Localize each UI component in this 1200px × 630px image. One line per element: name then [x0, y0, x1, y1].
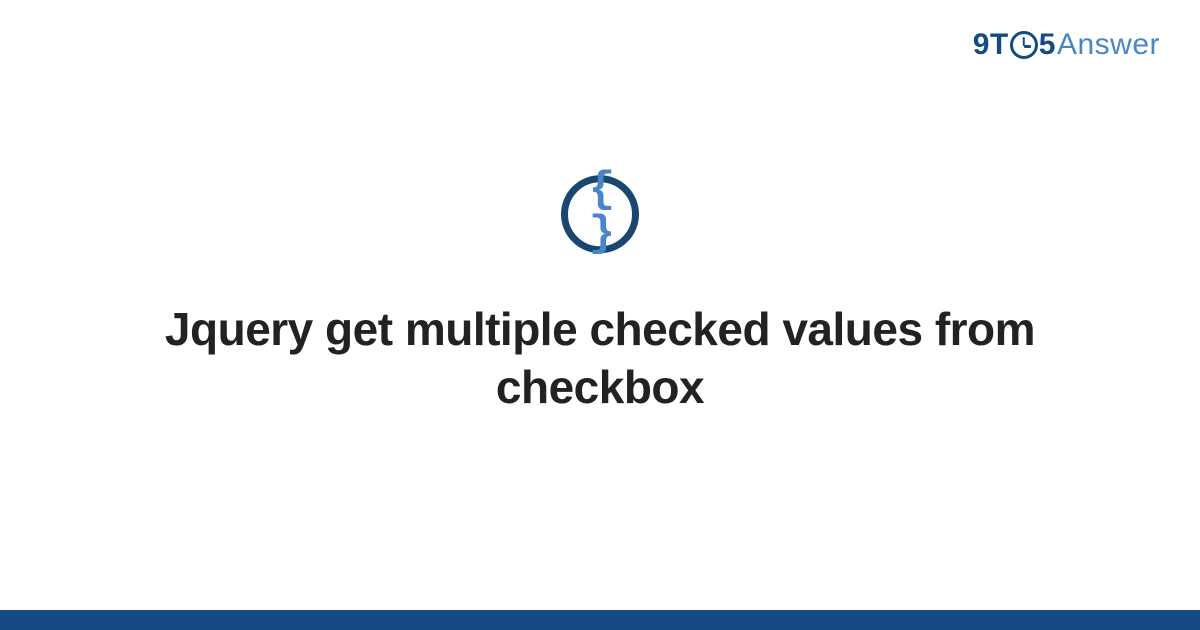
topic-icon-circle: { } [561, 175, 639, 253]
brand-part-answer: Answer [1057, 28, 1160, 62]
page-title: Jquery get multiple checked values from … [150, 301, 1050, 416]
code-braces-icon: { } [568, 168, 632, 256]
brand-part-9t: 9T [973, 28, 1009, 62]
brand-logo: 9T 5 Answer [973, 28, 1160, 62]
main-content: { } Jquery get multiple checked values f… [0, 175, 1200, 416]
footer-bar [0, 610, 1200, 630]
brand-part-5: 5 [1039, 28, 1056, 62]
clock-icon [1010, 31, 1038, 59]
